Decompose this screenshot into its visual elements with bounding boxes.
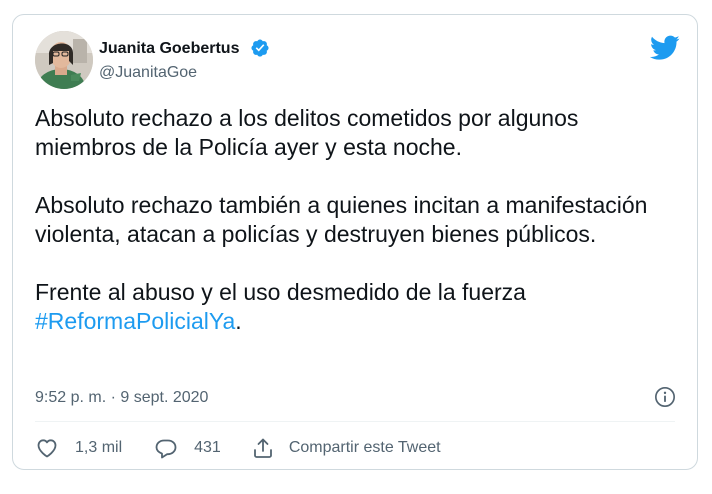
tweet-paragraph: Absoluto rechazo también a quienes incit…: [35, 192, 648, 247]
like-count: 1,3 mil: [75, 439, 123, 456]
heart-icon: [37, 439, 57, 458]
verified-badge-icon: [251, 39, 269, 57]
avatar[interactable]: [35, 31, 93, 89]
share-tweet-button[interactable]: Compartir este Tweet: [251, 436, 441, 460]
avatar-photo: [35, 31, 93, 89]
reply-button[interactable]: 431: [154, 436, 221, 460]
author-handle[interactable]: @JuanitaGoe: [99, 63, 197, 83]
tweet-actions: 1,3 mil 431 Compartir este Tweet: [35, 435, 441, 461]
comment-bubble-icon: [155, 439, 177, 459]
hashtag-link[interactable]: #ReformaPolicialYa: [35, 308, 235, 334]
tweet-paragraph-text: Frente al abuso y el uso desmedido de la…: [35, 279, 526, 305]
tweet-paragraph: Frente al abuso y el uso desmedido de la…: [35, 278, 675, 336]
share-label: Compartir este Tweet: [288, 439, 441, 456]
tweet-paragraph: Absoluto rechazo a los delitos cometidos…: [35, 105, 579, 160]
embedded-tweet-card[interactable]: Juanita Goebertus @JuanitaGoe Absoluto r…: [12, 14, 698, 470]
share-upload-icon: [253, 438, 272, 458]
author-name[interactable]: Juanita Goebertus: [99, 39, 239, 59]
twitter-bird-icon[interactable]: [650, 35, 680, 61]
tweet-period: .: [235, 308, 242, 334]
divider: [35, 421, 675, 422]
reply-count: 431: [194, 439, 221, 456]
info-icon[interactable]: [654, 386, 676, 408]
like-button[interactable]: 1,3 mil: [35, 436, 122, 460]
tweet-text: Absoluto rechazo a los delitos cometidos…: [35, 104, 675, 336]
tweet-timestamp[interactable]: 9:52 p. m. · 9 sept. 2020: [35, 388, 208, 408]
